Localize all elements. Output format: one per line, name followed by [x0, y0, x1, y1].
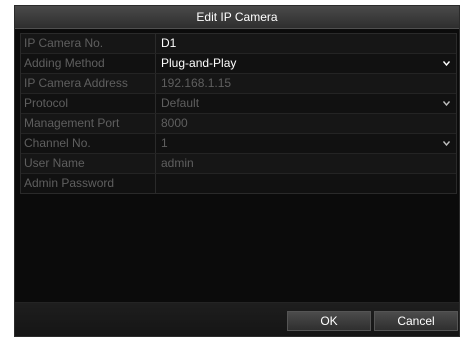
row-user-name: User Name admin [21, 154, 456, 174]
user-name-field: admin [161, 156, 194, 170]
protocol-value: Default [161, 96, 200, 110]
ip-camera-no-label: IP Camera No. [21, 34, 156, 53]
edit-ip-camera-dialog: Edit IP Camera IP Camera No. D1 Adding M… [14, 5, 460, 337]
management-port-field: 8000 [161, 116, 188, 130]
cancel-button[interactable]: Cancel [374, 311, 458, 331]
protocol-select: Default [156, 94, 456, 113]
ip-camera-address-label: IP Camera Address [21, 74, 156, 93]
management-port-label: Management Port [21, 114, 156, 133]
row-admin-password: Admin Password [21, 174, 456, 193]
adding-method-select[interactable]: Plug-and-Play [156, 54, 456, 73]
row-protocol: Protocol Default [21, 94, 456, 114]
channel-no-select: 1 [156, 134, 456, 153]
dialog-footer: OK Cancel [15, 302, 459, 336]
adding-method-label: Adding Method [21, 54, 156, 73]
row-ip-camera-address: IP Camera Address 192.168.1.15 [21, 74, 456, 94]
ok-button[interactable]: OK [287, 311, 371, 331]
channel-no-label: Channel No. [21, 134, 156, 153]
ip-camera-no-value: D1 [161, 36, 177, 50]
chevron-down-icon [443, 54, 450, 73]
channel-no-value: 1 [161, 136, 168, 150]
camera-settings-form: IP Camera No. D1 Adding Method Plug-and-… [20, 33, 457, 194]
protocol-label: Protocol [21, 94, 156, 113]
user-name-label: User Name [21, 154, 156, 173]
chevron-down-icon [443, 134, 450, 153]
admin-password-label: Admin Password [21, 174, 156, 193]
row-management-port: Management Port 8000 [21, 114, 456, 134]
dialog-title: Edit IP Camera [15, 6, 459, 29]
row-channel-no: Channel No. 1 [21, 134, 456, 154]
chevron-down-icon [443, 94, 450, 113]
ip-camera-address-field: 192.168.1.15 [161, 76, 232, 90]
adding-method-value: Plug-and-Play [161, 56, 237, 70]
admin-password-field [156, 174, 456, 193]
row-adding-method: Adding Method Plug-and-Play [21, 54, 456, 74]
row-ip-camera-no: IP Camera No. D1 [21, 34, 456, 54]
